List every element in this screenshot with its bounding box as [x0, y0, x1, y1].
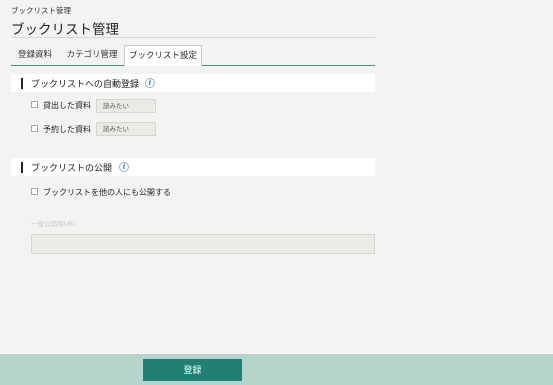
section-title: ブックリストへの自動登録	[31, 80, 140, 90]
register-button[interactable]: 登録	[143, 359, 242, 381]
tab-registered-items[interactable]: 登録資料	[11, 45, 59, 65]
tab-bar: 登録資料 カテゴリ管理 ブックリスト設定	[11, 45, 375, 66]
borrowed-items-list-select[interactable]: 読みたい	[96, 99, 156, 113]
footer-bar	[0, 354, 553, 385]
section-marker	[21, 162, 23, 173]
borrowed-items-label: 貸出した資料	[43, 101, 91, 110]
reserved-items-list-select[interactable]: 読みたい	[96, 122, 156, 136]
reserved-items-checkbox[interactable]	[31, 125, 38, 132]
publish-section-header: ブックリストの公開 i	[11, 158, 375, 176]
info-icon[interactable]: i	[145, 78, 155, 88]
info-icon[interactable]: i	[119, 162, 129, 172]
public-url-label: 一般公開用URL	[31, 220, 77, 228]
breadcrumb: ブックリスト管理	[11, 6, 71, 15]
title-divider	[11, 37, 375, 38]
reserved-items-label: 予約した資料	[43, 125, 91, 134]
page-title: ブックリスト管理	[11, 22, 119, 38]
tab-booklist-settings[interactable]: ブックリスト設定	[124, 45, 202, 66]
publish-checkbox[interactable]	[31, 188, 38, 195]
publish-checkbox-label: ブックリストを他の人にも公開する	[43, 188, 171, 197]
auto-register-section-header: ブックリストへの自動登録 i	[11, 74, 375, 92]
borrowed-items-checkbox[interactable]	[31, 101, 38, 108]
public-url-field[interactable]	[31, 234, 375, 254]
section-title: ブックリストの公開	[31, 164, 113, 174]
tab-category-management[interactable]: カテゴリ管理	[61, 45, 123, 65]
section-marker	[21, 78, 23, 89]
